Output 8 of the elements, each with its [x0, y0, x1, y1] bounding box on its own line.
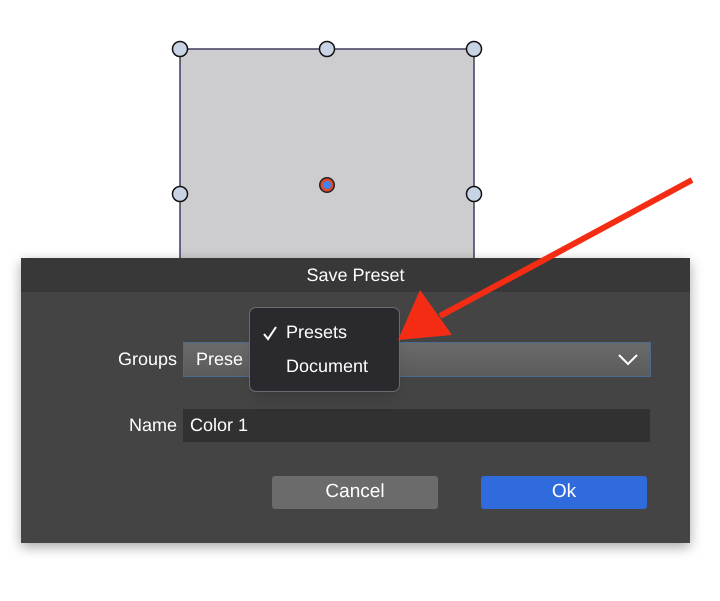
cancel-button[interactable]: Cancel — [272, 476, 438, 509]
chevron-down-icon — [618, 354, 638, 366]
groups-label: Groups — [116, 348, 178, 371]
window-title: Save Preset — [306, 264, 405, 286]
checkmark-icon — [262, 324, 278, 340]
name-label: Name — [128, 414, 178, 437]
ok-button[interactable]: Ok — [481, 476, 647, 509]
name-field[interactable]: Color 1 — [183, 409, 650, 442]
